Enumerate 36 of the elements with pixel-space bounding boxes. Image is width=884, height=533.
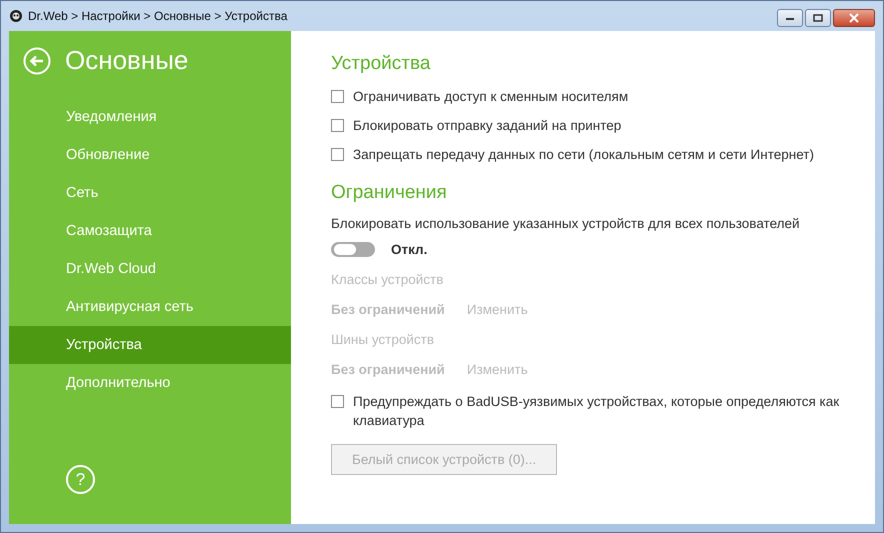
checkbox[interactable] [331, 148, 344, 161]
section-title: Устройства [331, 53, 432, 75]
checkbox-label: Предупреждать о BadUSB-уязвимых устройствах, которые определяются как клавиатура [353, 393, 840, 430]
group-label: Классы устройств [331, 272, 444, 287]
restriction-value: Без ограничений [331, 362, 445, 377]
toggle-switch[interactable] [331, 242, 375, 257]
window-title: Dr.Web > Настройки > Основные > Устройства [28, 9, 288, 23]
restriction-value: Без ограничений [331, 302, 445, 317]
minimize-icon [785, 15, 795, 21]
help-button[interactable]: ? [66, 465, 95, 494]
checkbox[interactable] [331, 395, 344, 408]
minimize-button[interactable] [777, 9, 803, 27]
section-title: Ограничения [331, 182, 448, 204]
toggle-state: Откл. [391, 242, 428, 257]
sidebar-item[interactable]: Устройства [9, 326, 291, 364]
sidebar-item[interactable]: Обновление [9, 136, 291, 174]
checkbox-label: Блокировать отправку заданий на принтер [353, 117, 622, 135]
checkbox[interactable] [331, 119, 344, 132]
sidebar-item[interactable]: Самозащита [9, 212, 291, 250]
sidebar-item[interactable]: Дополнительно [9, 364, 291, 402]
sidebar-item[interactable]: Уведомления [9, 98, 291, 136]
checkbox[interactable] [331, 90, 344, 103]
group-label: Шины устройств [331, 332, 436, 347]
sidebar-item[interactable]: Сеть [9, 174, 291, 212]
checkbox-label: Запрещать передачу данных по сети (локальным сетям и сети Интернет) [353, 146, 814, 164]
sidebar-item[interactable]: Антивирусная сеть [9, 288, 291, 326]
description-text: Блокировать использование указанных устройств для всех пользователей [331, 216, 801, 231]
spider-logo-icon [9, 9, 23, 23]
checkbox-label: Ограничивать доступ к сменным носителям [353, 88, 628, 106]
maximize-icon [813, 14, 823, 22]
sidebar-heading: Основные [65, 45, 188, 76]
close-icon [848, 13, 860, 23]
back-icon[interactable] [23, 46, 51, 74]
maximize-button[interactable] [805, 9, 831, 27]
sidebar-item[interactable]: Dr.Web Cloud [9, 250, 291, 288]
close-button[interactable] [833, 9, 875, 27]
